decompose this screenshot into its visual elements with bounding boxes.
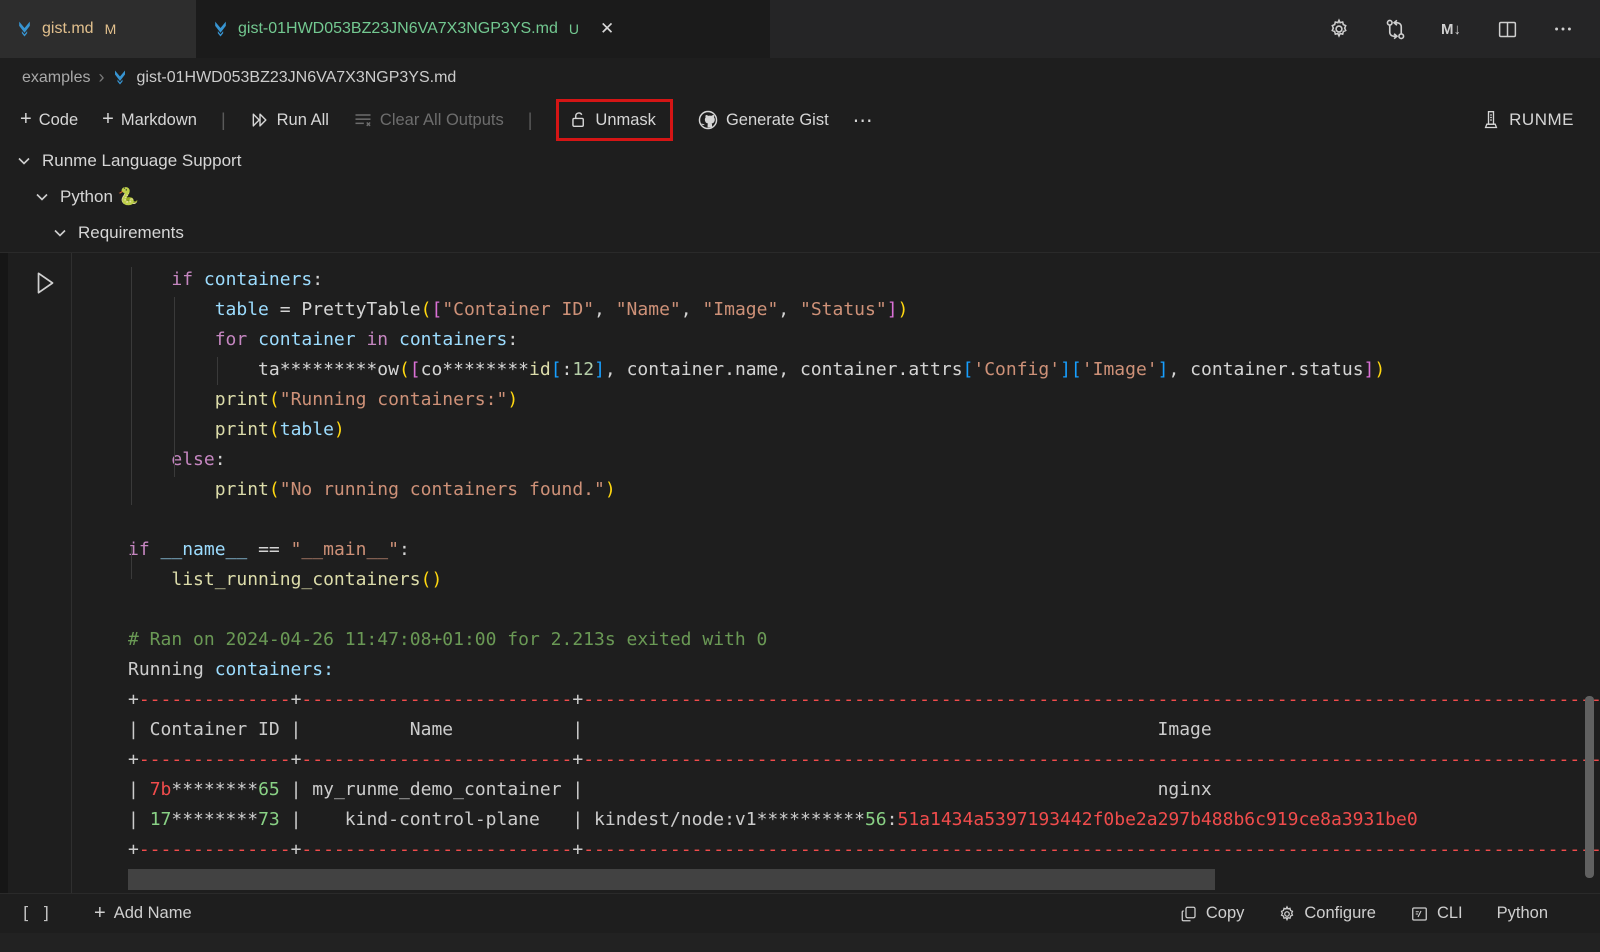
editor-actions: M↓ xyxy=(1326,0,1600,58)
notebook-toolbar: + Code + Markdown | Run All Clear All Ou… xyxy=(0,97,1600,143)
tab-file-name: gist-01HWD053BZ23JN6VA7X3NGP3YS.md xyxy=(238,20,558,38)
cell-gutter xyxy=(8,253,72,933)
indent-guide xyxy=(131,547,132,579)
unmask-highlight-box: Unmask xyxy=(556,99,673,141)
split-editor-icon[interactable] xyxy=(1494,16,1520,42)
editor-background-strip xyxy=(0,933,1600,952)
breadcrumb-separator-icon: › xyxy=(98,67,104,88)
cell-editor[interactable]: if containers: table = PrettyTable(["Con… xyxy=(72,253,1600,894)
unlock-icon xyxy=(569,110,588,130)
settings-gear-icon[interactable] xyxy=(1326,16,1352,42)
toolbar-separator: | xyxy=(221,110,226,131)
add-markdown-cell-button[interactable]: + Markdown xyxy=(102,110,197,130)
cell-status-bar: [ ] + Add Name Copy Configure xyxy=(0,893,1600,933)
chevron-down-icon xyxy=(34,189,50,205)
gear-icon xyxy=(1278,905,1296,923)
copy-button[interactable]: Copy xyxy=(1180,904,1245,923)
run-cell-button[interactable] xyxy=(32,269,58,297)
cell-language-label[interactable]: Python xyxy=(1497,904,1548,923)
notebook-outline: Runme Language Support Python 🐍 Requirem… xyxy=(0,143,1600,252)
toolbar-more-icon[interactable]: ⋯ xyxy=(853,108,875,133)
modified-badge: M xyxy=(105,21,117,37)
add-code-cell-button[interactable]: + Code xyxy=(20,110,78,130)
outline-item-requirements[interactable]: Requirements xyxy=(0,215,1600,251)
chevron-down-icon xyxy=(52,225,68,241)
outline-item-runme-language-support[interactable]: Runme Language Support xyxy=(0,143,1600,179)
terminal-cli-icon xyxy=(1410,905,1429,923)
indent-guide xyxy=(174,297,175,477)
plus-icon: + xyxy=(20,109,32,129)
copy-icon xyxy=(1180,905,1198,923)
generate-gist-button[interactable]: Generate Gist xyxy=(697,109,829,131)
github-octocat-icon xyxy=(697,109,719,131)
cell-brackets-indicator: [ ] xyxy=(0,904,72,924)
breadcrumb-file[interactable]: gist-01HWD053BZ23JN6VA7X3NGP3YS.md xyxy=(136,69,456,87)
toolbar-separator: | xyxy=(528,110,533,131)
more-actions-icon[interactable] xyxy=(1550,16,1576,42)
outline-item-python[interactable]: Python 🐍 xyxy=(0,179,1600,215)
configure-button[interactable]: Configure xyxy=(1278,904,1376,923)
tab-file-name: gist.md xyxy=(42,20,94,38)
code-block[interactable]: if containers: table = PrettyTable(["Con… xyxy=(72,253,1600,595)
output-block: # Ran on 2024-04-26 11:47:08+01:00 for 2… xyxy=(72,595,1600,865)
runme-logo-icon xyxy=(1481,109,1501,131)
chevron-down-icon xyxy=(16,153,32,169)
tab-gist-md[interactable]: gist.md M xyxy=(0,0,196,58)
run-all-button[interactable]: Run All xyxy=(250,110,329,130)
editor-tab-bar: gist.md M gist-01HWD053BZ23JN6VA7X3NGP3Y… xyxy=(0,0,1600,58)
output-vertical-scrollbar[interactable] xyxy=(1585,696,1594,878)
plus-icon: + xyxy=(94,903,106,923)
clear-all-outputs-button[interactable]: Clear All Outputs xyxy=(353,110,504,130)
close-tab-icon[interactable]: ✕ xyxy=(596,17,618,41)
runme-markdown-file-icon xyxy=(212,20,229,38)
breadcrumb-folder[interactable]: examples xyxy=(22,69,90,87)
plus-icon: + xyxy=(102,109,114,129)
untracked-badge: U xyxy=(569,21,579,37)
horizontal-scrollbar[interactable] xyxy=(128,869,1215,890)
breadcrumb: examples › gist-01HWD053BZ23JN6VA7X3NGP3… xyxy=(0,58,1600,97)
unmask-button[interactable]: Unmask xyxy=(569,110,656,130)
cli-button[interactable]: CLI xyxy=(1410,904,1463,923)
run-all-icon xyxy=(250,110,270,130)
runme-brand: RUNME xyxy=(1481,109,1574,131)
indent-guide xyxy=(131,267,132,505)
vscode-notebook-window: gist.md M gist-01HWD053BZ23JN6VA7X3NGP3Y… xyxy=(0,0,1600,952)
cell-focus-strip xyxy=(0,253,8,933)
tab-gist-generated-md[interactable]: gist-01HWD053BZ23JN6VA7X3NGP3YS.md U ✕ xyxy=(196,0,770,58)
runme-markdown-file-icon xyxy=(112,69,128,86)
open-changes-icon[interactable] xyxy=(1382,16,1408,42)
runme-markdown-file-icon xyxy=(16,20,33,38)
add-name-button[interactable]: + Add Name xyxy=(94,904,192,924)
indent-guide xyxy=(217,357,218,385)
markdown-preview-icon[interactable]: M↓ xyxy=(1438,16,1464,42)
notebook-code-cell: if containers: table = PrettyTable(["Con… xyxy=(0,252,1600,933)
clear-outputs-icon xyxy=(353,110,373,130)
